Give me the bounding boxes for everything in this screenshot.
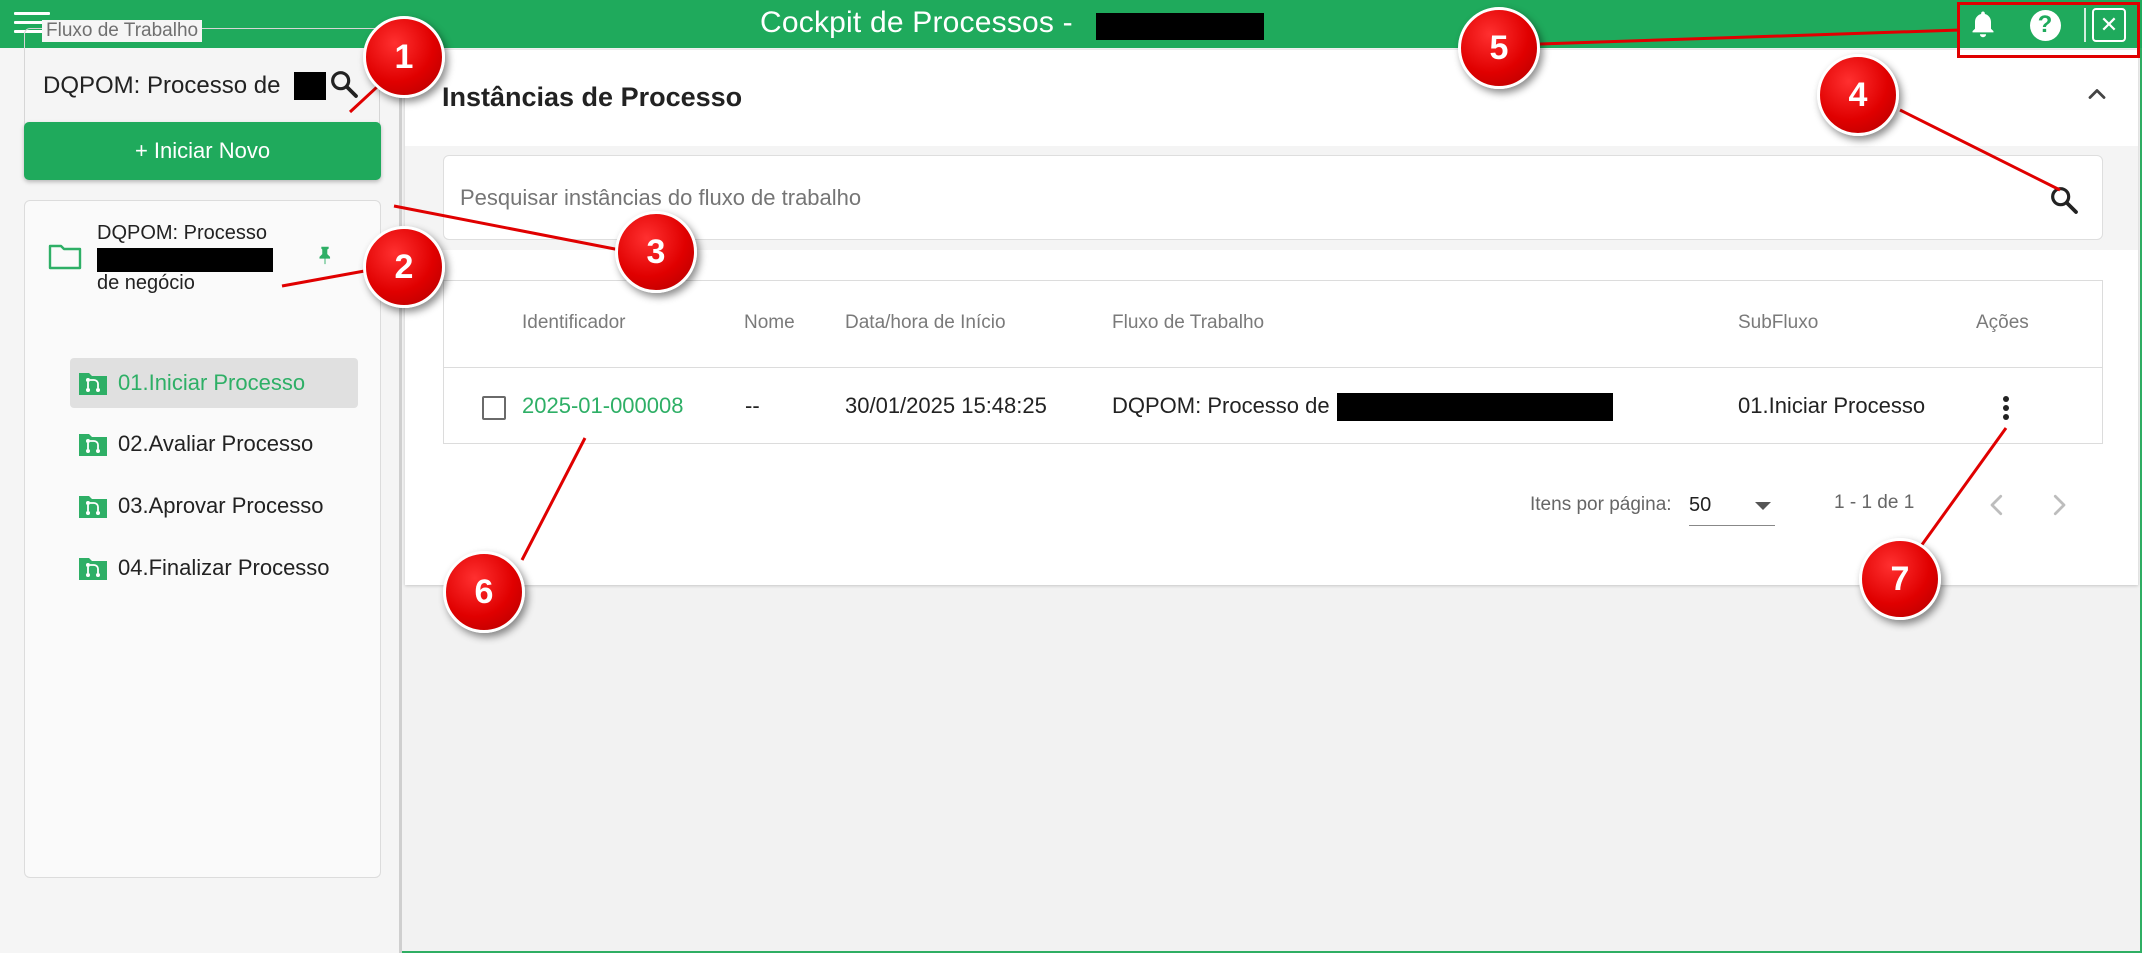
chevron-left-icon[interactable] xyxy=(1982,490,2012,520)
tree-item-avaliar[interactable]: 02.Avaliar Processo xyxy=(70,419,358,469)
pin-icon[interactable] xyxy=(314,244,336,266)
instance-start: 30/01/2025 15:48:25 xyxy=(845,393,1047,418)
tree-item-label: 04.Finalizar Processo xyxy=(118,555,330,580)
row-actions-kebab-icon[interactable] xyxy=(1996,392,2016,424)
workflow-field-value: DQPOM: Processo de xyxy=(43,72,281,99)
instance-name: -- xyxy=(745,393,760,418)
redacted-workflow-text xyxy=(294,72,326,100)
search-icon[interactable] xyxy=(2048,184,2080,216)
annotation-badge-5: 5 xyxy=(1458,7,1540,89)
redacted-workflow-cell xyxy=(1337,393,1613,421)
pagination-range: 1 - 1 de 1 xyxy=(1834,492,1915,513)
column-header-workflow[interactable]: Fluxo de Trabalho xyxy=(1112,312,1264,334)
tree-item-iniciar[interactable]: 01.Iniciar Processo xyxy=(70,358,358,408)
header-divider xyxy=(443,367,2103,368)
subflow-folder-icon xyxy=(79,373,107,395)
start-new-button[interactable]: + Iniciar Novo xyxy=(24,122,381,180)
instances-table xyxy=(443,280,2103,444)
annotation-badge-1: 1 xyxy=(363,16,445,98)
annotation-badge-2: 2 xyxy=(363,226,445,308)
column-header-id[interactable]: Identificador xyxy=(522,312,626,334)
workflow-search-icon[interactable] xyxy=(328,68,360,100)
chevron-up-icon[interactable] xyxy=(2082,80,2112,108)
items-per-page-label: Itens por página: xyxy=(1530,494,1672,515)
tree-item-finalizar[interactable]: 04.Finalizar Processo xyxy=(70,543,358,593)
workflow-field-legend: Fluxo de Trabalho xyxy=(42,20,203,42)
tree-root-node[interactable]: DQPOM: Processo de negócio xyxy=(48,222,368,302)
app-title: Cockpit de Processos - xyxy=(760,6,1073,39)
items-per-page-select[interactable]: 50 xyxy=(1689,486,1775,526)
subflow-folder-icon xyxy=(79,558,107,580)
instance-subflow: 01.Iniciar Processo xyxy=(1738,393,1926,418)
column-header-subflow[interactable]: SubFluxo xyxy=(1738,312,1818,334)
annotation-badge-4: 4 xyxy=(1817,54,1899,136)
tree-item-aprovar[interactable]: 03.Aprovar Processo xyxy=(70,481,358,531)
instance-id-link[interactable]: 2025-01-000008 xyxy=(522,393,683,419)
chevron-right-icon[interactable] xyxy=(2044,490,2074,520)
row-checkbox[interactable] xyxy=(482,396,506,420)
redacted-tree-text xyxy=(97,248,273,272)
annotation-badge-6: 6 xyxy=(443,551,525,633)
tree-item-label: 03.Aprovar Processo xyxy=(118,493,324,518)
column-header-actions: Ações xyxy=(1976,312,2029,333)
search-input[interactable] xyxy=(458,178,2018,218)
section-title: Instâncias de Processo xyxy=(442,82,743,112)
tree-root-label-cont: de negócio xyxy=(97,272,195,294)
instance-workflow: DQPOM: Processo de xyxy=(1112,393,1330,418)
titlebar-icons-highlight xyxy=(1957,2,2140,58)
tree-item-label: 02.Avaliar Processo xyxy=(118,431,314,456)
items-per-page-value: 50 xyxy=(1689,494,1712,516)
column-header-start[interactable]: Data/hora de Início xyxy=(845,312,1006,334)
subflow-folder-icon xyxy=(79,496,107,518)
folder-icon xyxy=(48,244,82,270)
column-header-name[interactable]: Nome xyxy=(744,312,795,334)
tree-root-label: DQPOM: Processo xyxy=(97,222,268,244)
annotation-badge-7: 7 xyxy=(1859,538,1941,620)
dropdown-caret-icon xyxy=(1755,502,1771,510)
redacted-title-text xyxy=(1096,13,1264,40)
tree-item-label: 01.Iniciar Processo xyxy=(118,370,306,395)
subflow-folder-icon xyxy=(79,434,107,456)
annotation-badge-3: 3 xyxy=(615,211,697,293)
